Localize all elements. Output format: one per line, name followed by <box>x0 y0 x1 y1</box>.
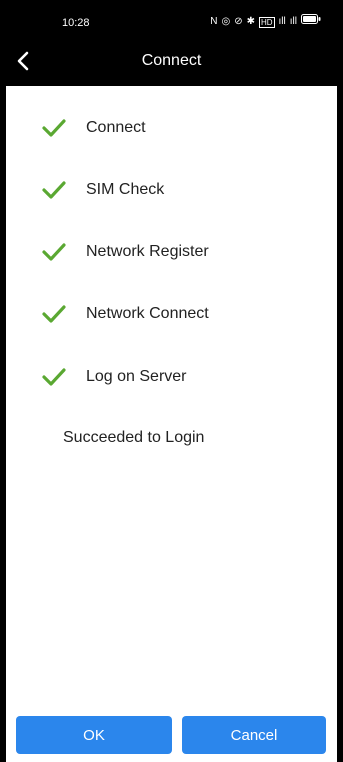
signal-icon: ıll <box>289 16 297 27</box>
status-time: 10:28 <box>62 17 90 29</box>
step-label: Network Connect <box>86 305 209 322</box>
ok-button[interactable]: OK <box>16 716 172 754</box>
checkmark-icon <box>42 243 66 261</box>
phone-screen: 10:28 N ◎ ⊘ ✱ HD ıll ıll Connect Connect… <box>0 0 343 762</box>
mute-icon: ⊘ <box>234 16 243 27</box>
checkmark-icon <box>42 181 66 199</box>
action-bar: OK Cancel <box>6 706 337 762</box>
checkmark-icon <box>42 305 66 323</box>
step-label: Connect <box>86 119 146 136</box>
page-title: Connect <box>141 52 202 69</box>
checkmark-icon <box>42 368 66 386</box>
result-message: Succeeded to Login <box>63 429 205 446</box>
step-label: Log on Server <box>86 368 187 385</box>
alarm-icon: ◎ <box>221 16 231 27</box>
battery-icon <box>301 14 321 30</box>
checkmark-icon <box>42 119 66 137</box>
status-icons: N ◎ ⊘ ✱ HD ıll ıll <box>210 14 321 30</box>
status-bar: 10:28 N ◎ ⊘ ✱ HD ıll ıll <box>0 0 343 42</box>
nfc-icon: N <box>210 16 218 27</box>
bluetooth-icon: ✱ <box>246 16 255 27</box>
nav-bar: Connect <box>0 42 343 84</box>
signal-icon: ıll <box>278 16 286 27</box>
step-label: SIM Check <box>86 181 165 198</box>
connection-steps-panel: Connect SIM Check Network Register Netwo… <box>6 86 337 706</box>
cancel-button[interactable]: Cancel <box>182 716 326 754</box>
step-label: Network Register <box>86 243 209 260</box>
hd-icon: HD <box>258 16 275 28</box>
